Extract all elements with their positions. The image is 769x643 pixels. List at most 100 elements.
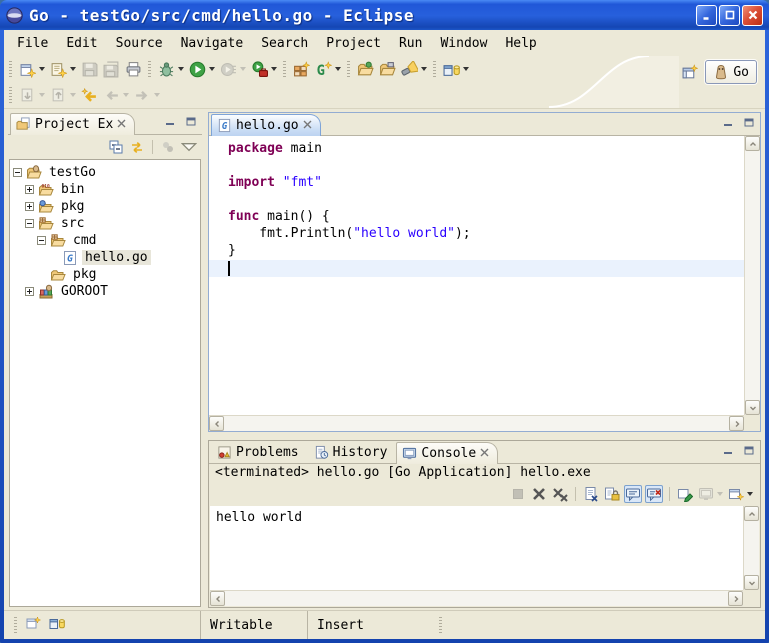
menu-window[interactable]: Window: [431, 33, 496, 54]
tab-project-explorer[interactable]: Project Ex: [10, 113, 135, 135]
scroll-down-button[interactable]: [744, 575, 759, 590]
maximize-console-button[interactable]: [741, 444, 756, 457]
scroll-up-button[interactable]: [744, 506, 759, 521]
console-content: hello world: [210, 506, 759, 606]
tab-console[interactable]: Console: [396, 442, 498, 464]
editor-vertical-scrollbar[interactable]: [744, 136, 760, 415]
close-icon[interactable]: [303, 118, 312, 133]
maximize-view-button[interactable]: [183, 115, 198, 128]
search-button[interactable]: [399, 58, 429, 80]
toolbar-separator: [669, 487, 670, 501]
project-tree[interactable]: testGo 010 bin pkg src: [9, 159, 201, 607]
menu-file[interactable]: File: [8, 33, 57, 54]
statusbar-drag-handle[interactable]: [14, 617, 17, 633]
code-area[interactable]: package main import "fmt" func main() { …: [209, 136, 744, 415]
link-with-editor-button[interactable]: [128, 138, 146, 156]
fast-view-button[interactable]: [25, 615, 41, 635]
new-go-element-button[interactable]: G: [313, 58, 343, 80]
import-button[interactable]: [355, 58, 376, 80]
remove-all-launches-button[interactable]: [551, 485, 569, 503]
menu-project[interactable]: Project: [317, 33, 390, 54]
export-button[interactable]: [377, 58, 398, 80]
scroll-lock-button[interactable]: [603, 485, 621, 503]
view-menu-button[interactable]: [180, 138, 198, 156]
minimize-window-button[interactable]: [696, 5, 717, 26]
print-button[interactable]: [123, 58, 144, 80]
tree-item-src-pkg[interactable]: pkg: [10, 266, 200, 283]
tree-item-testgo[interactable]: testGo: [10, 164, 200, 181]
tree-item-src[interactable]: src: [10, 215, 200, 232]
console-output[interactable]: hello world: [210, 506, 743, 590]
open-perspective-button[interactable]: [679, 61, 700, 83]
menu-search[interactable]: Search: [252, 33, 317, 54]
expand-toggle-icon[interactable]: [25, 287, 34, 296]
new-file-button[interactable]: [48, 58, 78, 80]
scroll-down-button[interactable]: [745, 400, 760, 415]
sync-icon[interactable]: [49, 615, 65, 635]
minimize-view-button[interactable]: [162, 115, 177, 128]
external-tools-button[interactable]: [249, 58, 279, 80]
console-horizontal-scrollbar[interactable]: [210, 590, 743, 606]
code-line: [228, 192, 744, 209]
debug-button[interactable]: [156, 58, 186, 80]
toolbar-drag-handle[interactable]: [433, 61, 436, 77]
editor-horizontal-scrollbar[interactable]: [209, 415, 744, 431]
show-console-on-stdout-button[interactable]: [624, 485, 642, 503]
clear-console-button[interactable]: [582, 485, 600, 503]
horizontal-sash[interactable]: [208, 432, 761, 440]
scroll-left-button[interactable]: [210, 591, 225, 606]
close-icon[interactable]: [480, 446, 489, 461]
pin-console-button[interactable]: [676, 485, 694, 503]
scrollbar-corner: [744, 415, 760, 431]
menu-edit[interactable]: Edit: [57, 33, 106, 54]
menu-run[interactable]: Run: [390, 33, 431, 54]
maximize-editor-button[interactable]: [741, 116, 756, 129]
collapse-toggle-icon[interactable]: [37, 236, 46, 245]
toolbar-drag-handle[interactable]: [9, 61, 12, 77]
tree-item-hello-go[interactable]: G hello.go: [10, 249, 200, 266]
remove-launch-button[interactable]: [530, 485, 548, 503]
dropdown-arrow-icon: [209, 67, 215, 71]
close-window-button[interactable]: [742, 5, 763, 26]
expand-toggle-icon[interactable]: [25, 185, 34, 194]
tab-problems[interactable]: Problems: [211, 441, 308, 463]
scroll-up-button[interactable]: [745, 136, 760, 151]
minimize-editor-button[interactable]: [720, 116, 735, 129]
new-wizard-button[interactable]: [17, 58, 47, 80]
statusbar-drag-handle[interactable]: [439, 617, 442, 633]
menu-source[interactable]: Source: [107, 33, 172, 54]
maximize-window-button[interactable]: [719, 5, 740, 26]
expand-toggle-icon[interactable]: [25, 202, 34, 211]
sync-button[interactable]: [441, 58, 471, 80]
tab-history[interactable]: History: [308, 441, 397, 463]
tree-item-bin[interactable]: 010 bin: [10, 181, 200, 198]
toolbar-drag-handle[interactable]: [9, 87, 12, 103]
minimize-console-button[interactable]: [720, 444, 735, 457]
collapse-toggle-icon[interactable]: [13, 168, 22, 177]
console-vertical-scrollbar[interactable]: [743, 506, 759, 590]
statusbar-trim: [4, 611, 201, 639]
scroll-right-button[interactable]: [728, 591, 743, 606]
run-button[interactable]: [187, 58, 217, 80]
collapse-toggle-icon[interactable]: [25, 219, 34, 228]
new-go-project-button[interactable]: [291, 58, 312, 80]
titlebar[interactable]: Go - testGo/src/cmd/hello.go - Eclipse: [0, 0, 769, 30]
menu-navigate[interactable]: Navigate: [172, 33, 253, 54]
scroll-right-button[interactable]: [729, 416, 744, 431]
toolbar-drag-handle[interactable]: [148, 61, 151, 77]
menu-help[interactable]: Help: [496, 33, 545, 54]
show-console-on-stderr-button[interactable]: [645, 485, 663, 503]
tab-hello-go[interactable]: G hello.go: [211, 114, 321, 136]
close-icon[interactable]: [117, 117, 126, 132]
tree-item-pkg[interactable]: pkg: [10, 198, 200, 215]
tree-item-cmd[interactable]: cmd: [10, 232, 200, 249]
last-edit-location-button[interactable]: [79, 84, 100, 106]
open-console-button[interactable]: [727, 485, 754, 503]
go-perspective-button[interactable]: Go: [705, 60, 757, 84]
scroll-left-button[interactable]: [209, 416, 224, 431]
tree-item-label: src: [58, 216, 87, 231]
collapse-all-button[interactable]: [107, 138, 125, 156]
toolbar-drag-handle[interactable]: [283, 61, 286, 77]
tree-item-goroot[interactable]: GOROOT: [10, 283, 200, 300]
toolbar-drag-handle[interactable]: [347, 61, 350, 77]
